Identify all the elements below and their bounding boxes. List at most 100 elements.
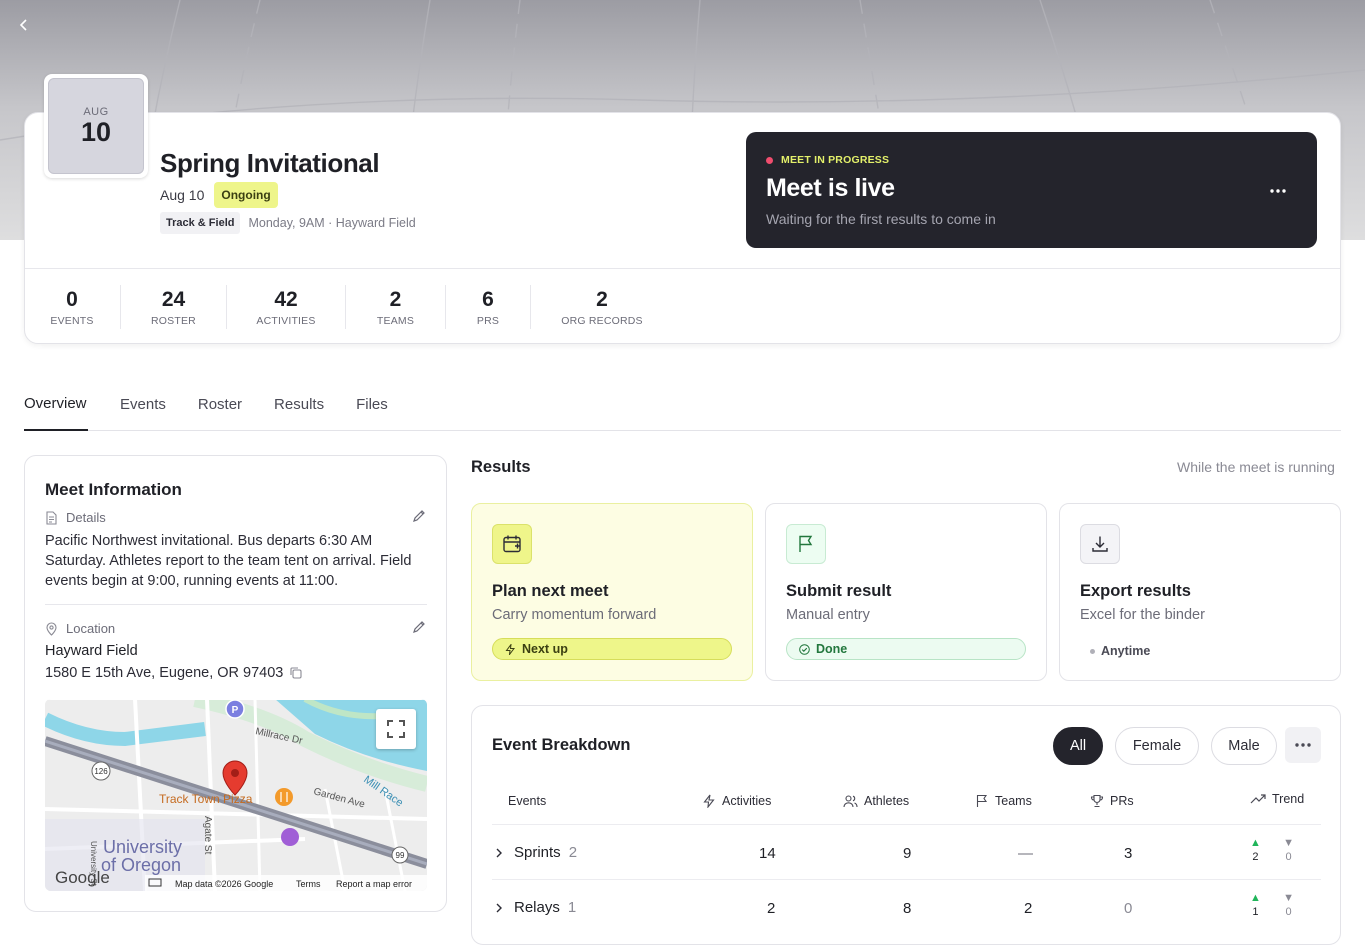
meet-date-tile: AUG 10 — [44, 74, 148, 178]
event-breakdown-card: Event Breakdown All Female Male Events A… — [471, 705, 1341, 945]
cell-athletes: 9 — [903, 845, 912, 862]
col-prs[interactable]: PRs — [1090, 794, 1134, 808]
more-horizontal-icon — [1270, 189, 1286, 193]
check-circle-icon — [799, 643, 810, 655]
map-terms-link: Terms — [296, 879, 321, 889]
live-status-panel: MEET IN PROGRESS Meet is live Waiting fo… — [746, 132, 1317, 248]
col-athletes[interactable]: Athletes — [843, 794, 909, 808]
cell-trend: ▲ 2 ▼ 0 — [1250, 836, 1294, 864]
location-map[interactable]: 126 99 P Millrace Dr Garden Ave Mill Rac… — [45, 699, 427, 891]
fullscreen-icon — [387, 720, 405, 738]
event-count: 2 — [568, 844, 578, 861]
calendar-plus-icon-box — [492, 524, 532, 564]
chevron-left-icon — [19, 19, 27, 31]
download-icon-box — [1080, 524, 1120, 564]
download-icon — [1092, 536, 1108, 552]
tab-roster[interactable]: Roster — [198, 384, 242, 431]
cell-trend: ▲ 1 ▼ 0 — [1250, 891, 1294, 919]
arrow-up-icon: ▲ — [1250, 892, 1261, 904]
row-expand-sprints[interactable]: Sprints 2 — [492, 844, 577, 861]
section-divider — [45, 604, 427, 605]
action-subtitle: Carry momentum forward — [492, 607, 657, 623]
stat-org-records: 2 ORG RECORDS — [561, 288, 643, 327]
row-expand-relays[interactable]: Relays 1 — [492, 899, 576, 916]
trend-up-count: 1 — [1252, 906, 1259, 918]
live-dot-icon — [766, 156, 773, 164]
stat-activities: 42 ACTIVITIES — [227, 285, 346, 329]
live-subtitle: Waiting for the first results to come in — [766, 211, 996, 227]
trend-down-count: 0 — [1285, 851, 1292, 863]
col-activities[interactable]: Activities — [702, 794, 771, 808]
meet-subline: Aug 10 Ongoing — [160, 182, 278, 208]
chevron-right-icon — [496, 848, 502, 857]
back-button[interactable] — [18, 18, 42, 42]
edit-location-button[interactable] — [411, 619, 427, 635]
submit-result-card[interactable]: Submit result Manual entry Done — [765, 503, 1047, 681]
col-trend[interactable]: Trend — [1250, 792, 1304, 806]
breakdown-more-button[interactable] — [1285, 727, 1321, 763]
lightning-icon — [505, 643, 515, 655]
parking-letter: P — [232, 705, 239, 716]
results-note: While the meet is running — [1177, 459, 1335, 475]
meet-when-where: Monday, 9AM · Hayward Field — [248, 216, 416, 230]
details-section-label: Details — [45, 510, 106, 525]
cell-athletes: 8 — [903, 900, 912, 917]
trend-down-count: 0 — [1285, 906, 1292, 918]
map-canvas: 126 99 P Millrace Dr Garden Ave Mill Rac… — [45, 699, 427, 891]
lightning-icon — [703, 794, 715, 808]
filter-all[interactable]: All — [1053, 727, 1103, 765]
tab-files[interactable]: Files — [356, 384, 388, 431]
pencil-icon — [413, 510, 425, 522]
document-icon — [46, 510, 57, 525]
arrow-up-icon: ▲ — [1250, 837, 1261, 849]
meet-info-title: Meet Information — [45, 480, 182, 499]
restaurant-pin-icon — [275, 788, 293, 806]
tab-bar: Overview Events Roster Results Files — [24, 384, 1341, 431]
location-address: 1580 E 15th Ave, Eugene, OR 97403 — [45, 665, 303, 681]
filter-female[interactable]: Female — [1115, 727, 1199, 765]
cell-teams: — — [1018, 845, 1033, 862]
users-icon — [843, 795, 858, 808]
cell-activities: 14 — [759, 845, 776, 862]
live-label: MEET IN PROGRESS — [766, 154, 889, 166]
stat-roster: 24 ROSTER — [121, 285, 227, 329]
location-label: Location — [66, 621, 116, 636]
export-results-card[interactable]: Export results Excel for the binder Anyt… — [1059, 503, 1341, 681]
map-brand: Google — [55, 868, 110, 887]
meet-meta: Track & Field Monday, 9AM · Hayward Fiel… — [160, 212, 416, 234]
map-fullscreen-button[interactable] — [376, 709, 416, 749]
breakdown-title: Event Breakdown — [492, 736, 631, 754]
location-section-label: Location — [45, 621, 115, 636]
copy-icon[interactable] — [289, 666, 303, 680]
date-day: 10 — [80, 117, 112, 147]
tab-overview[interactable]: Overview — [24, 384, 88, 431]
chevron-right-icon — [496, 903, 502, 912]
live-heading: Meet is live — [766, 174, 895, 202]
sport-tag: Track & Field — [160, 212, 241, 234]
stat-events: 0 EVENTS — [24, 285, 121, 329]
live-label-text: MEET IN PROGRESS — [781, 154, 890, 166]
anytime-pill: Anytime — [1078, 640, 1318, 662]
flag-icon — [799, 535, 813, 552]
action-title: Export results — [1080, 582, 1191, 600]
map-data-credit: Map data ©2026 Google — [175, 879, 273, 889]
edit-details-button[interactable] — [411, 508, 427, 524]
dot-icon — [1090, 648, 1095, 654]
details-label: Details — [66, 510, 106, 525]
filter-male[interactable]: Male — [1211, 727, 1277, 765]
stats-divider — [25, 268, 1340, 269]
calendar-plus-icon — [503, 535, 521, 553]
event-name: Sprints — [514, 844, 561, 861]
arrow-down-icon: ▼ — [1283, 892, 1294, 904]
tab-results[interactable]: Results — [274, 384, 324, 431]
location-name: Hayward Field — [45, 643, 138, 659]
col-teams[interactable]: Teams — [975, 794, 1032, 808]
map-report-link: Report a map error — [336, 879, 412, 889]
stats-row: 0 EVENTS 24 ROSTER 42 ACTIVITIES 2 TEAMS 6 PR… — [24, 285, 673, 329]
col-events[interactable]: Events — [508, 794, 546, 808]
tab-events[interactable]: Events — [120, 384, 166, 431]
plan-next-meet-card[interactable]: Plan next meet Carry momentum forward Ne… — [471, 503, 753, 681]
live-more-button[interactable] — [1263, 176, 1293, 206]
meet-date: Aug 10 — [160, 187, 205, 203]
trending-up-icon — [1250, 794, 1266, 804]
